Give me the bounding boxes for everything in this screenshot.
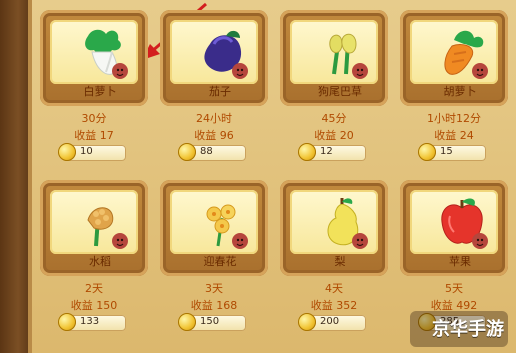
cost-badge[interactable]: 200 [298,313,366,331]
farmer-mascot-icon [352,63,368,79]
cost-value: 88 [200,146,213,157]
seed-name: 水稻 [89,255,111,268]
profit-value: 96 [219,129,234,142]
seed-name: 迎春花 [203,255,237,268]
seed-tile[interactable]: 梨 [280,180,388,276]
profit-line: 收益 17 [34,127,154,143]
farmer-mascot-icon [112,233,128,249]
profit-label: 收益 [190,299,213,312]
seed-card-radish[interactable]: 白萝卜 30分 收益 17 10 [34,6,154,168]
farmer-mascot-icon [232,233,248,249]
seed-name: 茄子 [209,85,231,98]
seed-tile[interactable]: 苹果 [400,180,508,276]
profit-line: 收益 168 [154,297,274,313]
seed-tile-inner [410,20,498,84]
seed-tile[interactable]: 胡萝卜 [400,10,508,106]
seed-card-pear[interactable]: 梨 4天 收益 352 200 [274,176,394,338]
seed-tile[interactable]: 白萝卜 [40,10,148,106]
cost-badge[interactable]: 150 [178,313,246,331]
seed-name: 白萝卜 [83,85,117,98]
grow-time: 5天 [445,282,463,295]
grow-time: 24小时 [196,112,232,125]
cost-badge[interactable]: 12 [298,143,366,161]
grow-time: 4天 [325,282,343,295]
profit-value: 17 [99,129,114,142]
seed-name: 苹果 [449,255,471,268]
profit-label: 收益 [314,129,337,142]
profit-value: 20 [339,129,354,142]
seed-name: 狗尾巴草 [318,85,362,98]
cost-badge[interactable]: 88 [178,143,246,161]
coin-icon [58,143,76,161]
watermark-text: 京华手游 [432,319,504,340]
profit-label: 收益 [434,129,457,142]
farmer-mascot-icon [472,233,488,249]
seed-tile[interactable]: 狗尾巴草 [280,10,388,106]
farmer-mascot-icon [352,233,368,249]
grow-time: 2天 [85,282,103,295]
seed-card-foxtail-grass[interactable]: 狗尾巴草 45分 收益 20 12 [274,6,394,168]
profit-line: 收益 150 [34,297,154,313]
coin-icon [58,313,76,331]
cost-value: 200 [320,316,340,327]
seed-tile-inner [170,20,258,84]
cost-badge[interactable]: 133 [58,313,126,331]
profit-line: 收益 352 [274,297,394,313]
seed-card-carrot[interactable]: 胡萝卜 1小时12分 收益 24 15 [394,6,514,168]
seed-tile-inner [50,20,138,84]
profit-label: 收益 [310,299,333,312]
seed-tile-inner [290,190,378,254]
farmer-mascot-icon [112,63,128,79]
farmer-mascot-icon [232,63,248,79]
seed-grid: 白萝卜 30分 收益 17 10 茄子 24小时 收益 96 88 狗尾巴草 4… [34,6,510,346]
profit-label: 收益 [70,299,93,312]
profit-value: 24 [459,129,474,142]
profit-line: 收益 20 [274,127,394,143]
profit-line: 收益 24 [394,127,514,143]
profit-value: 150 [96,299,118,312]
seed-name: 梨 [334,255,346,268]
cost-value: 12 [320,146,333,157]
profit-value: 352 [336,299,358,312]
seed-tile[interactable]: 茄子 [160,10,268,106]
seed-tile-inner [50,190,138,254]
coin-icon [298,143,316,161]
profit-value: 168 [216,299,238,312]
seed-card-rice[interactable]: 水稻 2天 收益 150 133 [34,176,154,338]
grow-time: 30分 [81,112,107,125]
coin-icon [178,313,196,331]
game-frame: 白萝卜 30分 收益 17 10 茄子 24小时 收益 96 88 狗尾巴草 4… [0,0,516,353]
seed-tile-inner [410,190,498,254]
profit-label: 收益 [74,129,97,142]
seed-card-eggplant[interactable]: 茄子 24小时 收益 96 88 [154,6,274,168]
grow-time: 45分 [321,112,347,125]
seed-name: 胡萝卜 [443,85,477,98]
cost-value: 15 [440,146,453,157]
seed-card-winter-jasmine[interactable]: 迎春花 3天 收益 168 150 [154,176,274,338]
coin-icon [418,143,436,161]
cost-value: 133 [80,316,100,327]
coin-icon [298,313,316,331]
seed-tile-inner [170,190,258,254]
grow-time: 1小时12分 [427,112,481,125]
seed-tile[interactable]: 水稻 [40,180,148,276]
cost-badge[interactable]: 15 [418,143,486,161]
grow-time: 3天 [205,282,223,295]
seed-tile-inner [290,20,378,84]
coin-icon [178,143,196,161]
seed-tile[interactable]: 迎春花 [160,180,268,276]
farmer-mascot-icon [472,63,488,79]
cost-value: 10 [80,146,93,157]
profit-label: 收益 [194,129,217,142]
profit-line: 收益 96 [154,127,274,143]
cost-badge[interactable]: 10 [58,143,126,161]
cost-value: 150 [200,316,220,327]
